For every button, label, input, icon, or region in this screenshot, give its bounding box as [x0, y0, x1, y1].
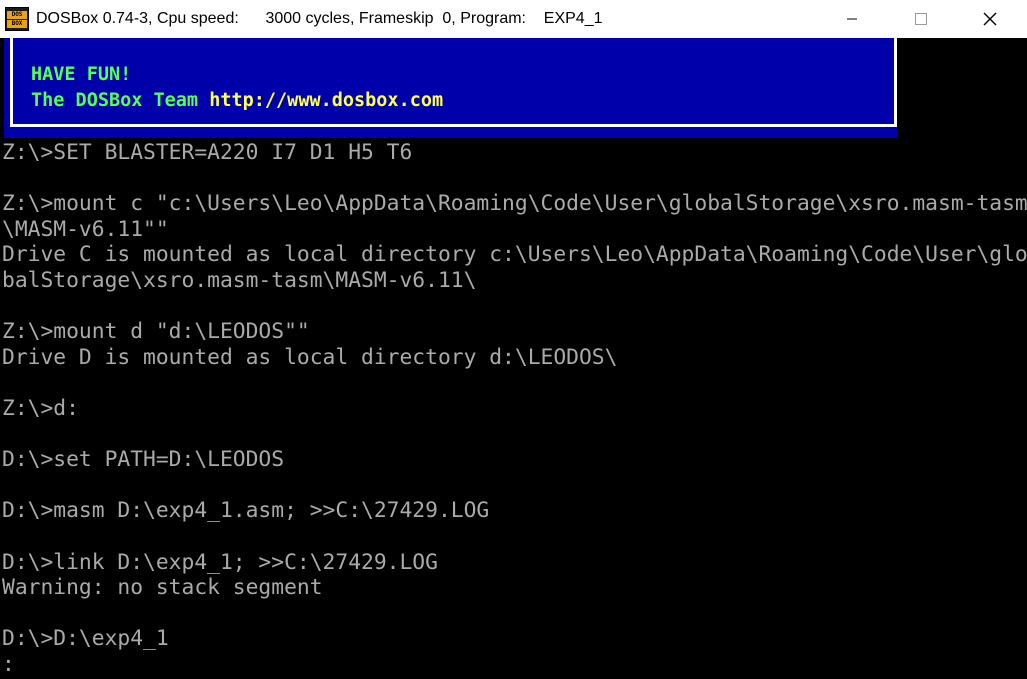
dosbox-window: DOS BOX DOSBox 0.74-3, Cpu speed: 3000 c…: [0, 0, 1027, 679]
console-output: Z:\>SET BLASTER=A220 I7 D1 H5 T6 Z:\>moun…: [2, 140, 1027, 677]
console-line: Warning: no stack segment: [2, 575, 323, 601]
console-line: D:\>link D:\exp4_1; >>C:\27429.LOG: [2, 549, 438, 575]
window-title: DOSBox 0.74-3, Cpu speed: 3000 cycles, F…: [36, 10, 603, 27]
icon-label-top: DOS: [7, 10, 27, 19]
minimize-icon: [847, 18, 857, 20]
banner-have-fun: HAVE FUN!: [31, 64, 132, 85]
close-button[interactable]: [967, 0, 1013, 38]
console-line: Drive C is mounted as local directory c:…: [2, 242, 1027, 268]
console-line: Z:\>SET BLASTER=A220 I7 D1 H5 T6: [2, 140, 413, 165]
console-line: Z:\>mount d "d:\LEODOS"": [2, 319, 310, 345]
banner-url: http://www.dosbox.com: [209, 90, 444, 111]
dosbox-app-icon[interactable]: DOS BOX: [5, 7, 29, 31]
dos-screen[interactable]: HAVE FUN! The DOSBox Team http://www.dos…: [0, 38, 1027, 679]
console-line: balStorage\xsro.masm-tasm\MASM-v6.11\: [2, 267, 477, 293]
console-line: Drive D is mounted as local directory d:…: [2, 344, 618, 370]
maximize-button[interactable]: [898, 0, 944, 38]
minimize-button[interactable]: [829, 0, 875, 38]
console-line: Z:\>d:: [2, 395, 79, 421]
console-line: D:\>D:\exp4_1: [2, 626, 169, 652]
banner-frame: [10, 38, 897, 127]
title-bar[interactable]: DOS BOX DOSBox 0.74-3, Cpu speed: 3000 c…: [0, 0, 1027, 38]
console-line: \MASM-v6.11"": [2, 216, 169, 242]
icon-label-bottom: BOX: [7, 19, 27, 28]
welcome-banner: HAVE FUN! The DOSBox Team http://www.dos…: [4, 38, 897, 138]
banner-team-line: The DOSBox Team http://www.dosbox.com: [31, 90, 443, 112]
console-line: D:\>masm D:\exp4_1.asm; >>C:\27429.LOG: [2, 498, 490, 524]
close-icon: [983, 12, 997, 26]
banner-team-text: The DOSBox Team: [31, 90, 210, 111]
console-line: Z:\>mount c "c:\Users\Leo\AppData\Roamin…: [2, 191, 1027, 217]
console-line: D:\>set PATH=D:\LEODOS: [2, 447, 285, 473]
console-line: :: [2, 651, 15, 677]
maximize-icon: [915, 13, 927, 25]
